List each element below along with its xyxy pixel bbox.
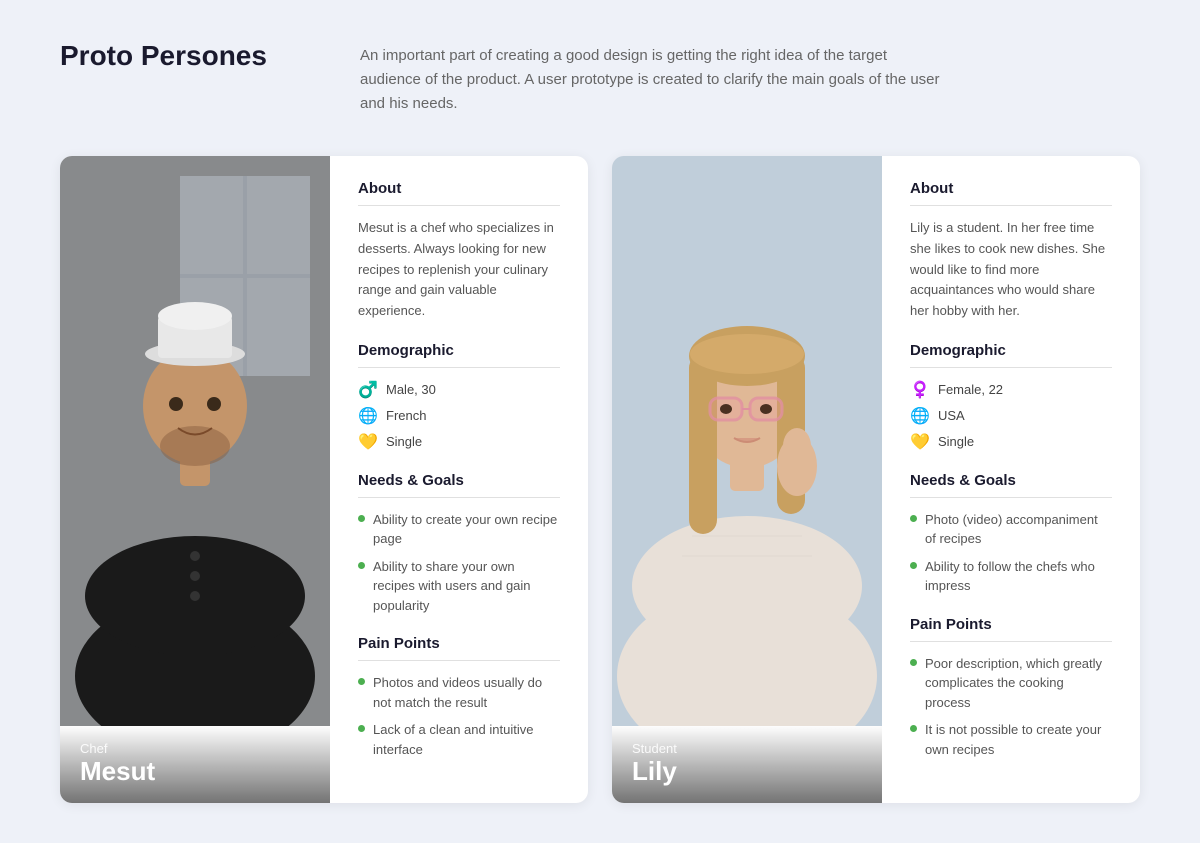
student-name: Lily: [632, 756, 862, 787]
student-pain-title: Pain Points: [910, 616, 1112, 633]
chef-role: Chef: [80, 741, 310, 756]
student-needs-title: Needs & Goals: [910, 472, 1112, 489]
list-item: Ability to share your own recipes with u…: [358, 557, 560, 616]
bullet-icon: [358, 678, 365, 685]
chef-needs-divider: [358, 497, 560, 498]
globe-icon: 🌐: [910, 406, 930, 426]
relationship-icon: 💛: [358, 432, 378, 452]
persona-card-student: Student Lily About Lily is a student. In…: [612, 156, 1140, 803]
persona-card-chef: Chef Mesut About Mesut is a chef who spe…: [60, 156, 588, 803]
page-title: Proto Persones: [60, 40, 280, 72]
list-item: Lack of a clean and intuitive interface: [358, 720, 560, 759]
student-needs-list: Photo (video) accompaniment of recipes A…: [910, 510, 1112, 596]
student-pain-1: Poor description, which greatly complica…: [925, 654, 1112, 713]
chef-photo-wrap: Chef Mesut: [60, 156, 330, 803]
chef-pain-2: Lack of a clean and intuitive interface: [373, 720, 560, 759]
student-photo: [612, 156, 882, 726]
list-item: It is not possible to create your own re…: [910, 720, 1112, 759]
chef-photo: [60, 156, 330, 726]
student-pain-list: Poor description, which greatly complica…: [910, 654, 1112, 760]
personas-row: Chef Mesut About Mesut is a chef who spe…: [60, 156, 1140, 803]
page-description: An important part of creating a good des…: [360, 40, 940, 116]
list-item: Photos and videos usually do not match t…: [358, 673, 560, 712]
list-item: Photo (video) accompaniment of recipes: [910, 510, 1112, 549]
list-item: Ability to create your own recipe page: [358, 510, 560, 549]
chef-status-value: Single: [386, 434, 422, 449]
bullet-icon: [358, 725, 365, 732]
student-demographic-divider: [910, 367, 1112, 368]
chef-demographic-title: Demographic: [358, 342, 560, 359]
chef-pain-divider: [358, 660, 560, 661]
chef-about-divider: [358, 205, 560, 206]
chef-need-1: Ability to create your own recipe page: [373, 510, 560, 549]
globe-icon: 🌐: [358, 406, 378, 426]
chef-about-text: Mesut is a chef who specializes in desse…: [358, 218, 560, 322]
student-demographic-title: Demographic: [910, 342, 1112, 359]
chef-demographic-status: 💛 Single: [358, 432, 560, 452]
student-need-2: Ability to follow the chefs who impress: [925, 557, 1112, 596]
student-role: Student: [632, 741, 862, 756]
student-need-1: Photo (video) accompaniment of recipes: [925, 510, 1112, 549]
chef-info: About Mesut is a chef who specializes in…: [330, 156, 588, 803]
chef-demographic-nationality: 🌐 French: [358, 406, 560, 426]
student-persona-label: Student Lily: [612, 725, 882, 803]
student-demographic-gender: ♀️ Female, 22: [910, 380, 1112, 400]
chef-nationality-value: French: [386, 408, 426, 423]
student-demographic-list: ♀️ Female, 22 🌐 USA 💛 Single: [910, 380, 1112, 452]
chef-gender-value: Male, 30: [386, 382, 436, 397]
relationship-icon: 💛: [910, 432, 930, 452]
chef-need-2: Ability to share your own recipes with u…: [373, 557, 560, 616]
student-about-divider: [910, 205, 1112, 206]
student-needs-divider: [910, 497, 1112, 498]
gender-icon: ♀️: [910, 380, 930, 400]
bullet-icon: [910, 725, 917, 732]
chef-pain-title: Pain Points: [358, 635, 560, 652]
student-nationality-value: USA: [938, 408, 965, 423]
student-about-title: About: [910, 180, 1112, 197]
list-item: Poor description, which greatly complica…: [910, 654, 1112, 713]
chef-about-title: About: [358, 180, 560, 197]
bullet-icon: [358, 562, 365, 569]
chef-demographic-list: ♂️ Male, 30 🌐 French 💛 Single: [358, 380, 560, 452]
bullet-icon: [910, 659, 917, 666]
student-status-value: Single: [938, 434, 974, 449]
chef-persona-label: Chef Mesut: [60, 725, 330, 803]
bullet-icon: [910, 515, 917, 522]
student-info: About Lily is a student. In her free tim…: [882, 156, 1140, 803]
chef-needs-title: Needs & Goals: [358, 472, 560, 489]
chef-name: Mesut: [80, 756, 310, 787]
student-about-text: Lily is a student. In her free time she …: [910, 218, 1112, 322]
bullet-icon: [910, 562, 917, 569]
student-demographic-nationality: 🌐 USA: [910, 406, 1112, 426]
page-header: Proto Persones An important part of crea…: [60, 40, 1140, 116]
chef-pain-list: Photos and videos usually do not match t…: [358, 673, 560, 759]
student-demographic-status: 💛 Single: [910, 432, 1112, 452]
chef-pain-1: Photos and videos usually do not match t…: [373, 673, 560, 712]
chef-demographic-divider: [358, 367, 560, 368]
student-pain-divider: [910, 641, 1112, 642]
list-item: Ability to follow the chefs who impress: [910, 557, 1112, 596]
student-photo-wrap: Student Lily: [612, 156, 882, 803]
gender-icon: ♂️: [358, 380, 378, 400]
bullet-icon: [358, 515, 365, 522]
chef-needs-list: Ability to create your own recipe page A…: [358, 510, 560, 616]
student-gender-value: Female, 22: [938, 382, 1003, 397]
chef-demographic-gender: ♂️ Male, 30: [358, 380, 560, 400]
student-pain-2: It is not possible to create your own re…: [925, 720, 1112, 759]
